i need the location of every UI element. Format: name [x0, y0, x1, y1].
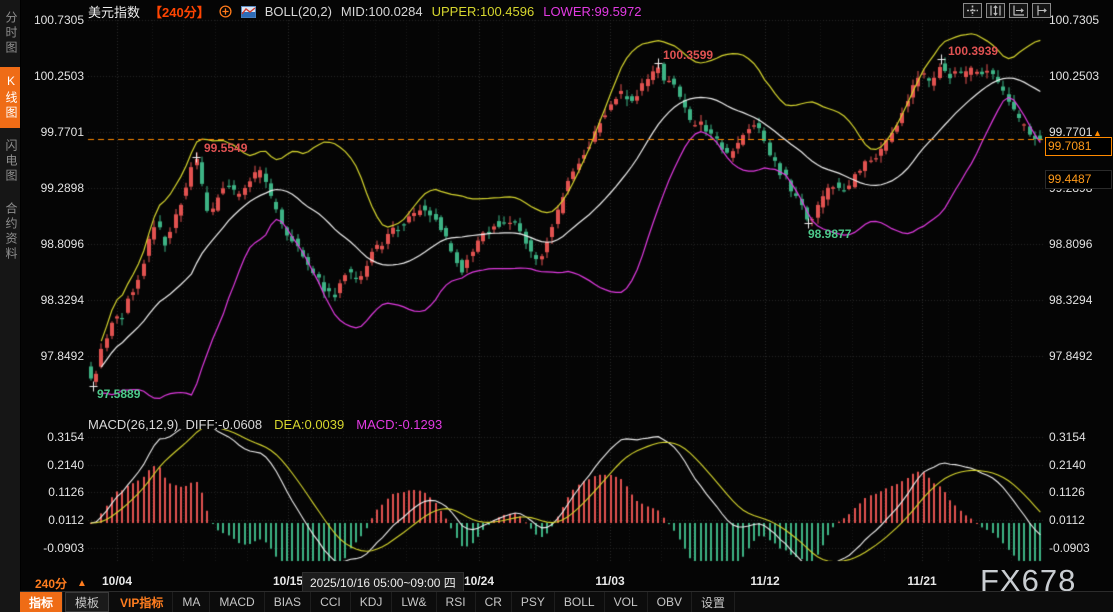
macd-dea-value: DEA:0.0039: [274, 417, 344, 432]
main-axis-label-right: 98.8096: [1049, 237, 1092, 251]
macd-axis-label-right: 0.3154: [1049, 430, 1086, 444]
extreme-price-label: 100.3599: [663, 48, 713, 62]
date-label-10/24: 10/24: [464, 574, 494, 588]
toolbar-indicator-MACD[interactable]: MACD: [210, 592, 264, 612]
bottom-toolbar: 指标模板VIP指标MAMACDBIASCCIKDJLW&RSICRPSYBOLL…: [20, 591, 1113, 612]
macd-axis-label-left: 0.2140: [20, 458, 84, 472]
symbol-title: 美元指数: [88, 2, 140, 21]
macd-axis-label-left: -0.0903: [20, 541, 84, 555]
sidebar-tab-分时图[interactable]: 分时图: [0, 4, 20, 63]
toolbar-indicator-PSY[interactable]: PSY: [512, 592, 555, 612]
period-badge[interactable]: 【240分】: [149, 2, 210, 21]
boll-label: BOLL(20,2): [265, 4, 332, 19]
toolbar-indicator-MA[interactable]: MA: [173, 592, 210, 612]
main-axis-label-right: 97.8492: [1049, 349, 1092, 363]
period-up-arrow-icon: ▲: [77, 578, 87, 589]
extreme-price-label: 97.5889: [97, 387, 140, 401]
macd-axis-label-left: 0.0112: [20, 513, 84, 527]
chart-tool-buttons: [963, 3, 1051, 18]
macd-axis-label-right: 0.0112: [1049, 513, 1085, 527]
extreme-price-label: 100.3939: [948, 44, 998, 58]
toolbar-indicator-BOLL[interactable]: BOLL: [555, 592, 605, 612]
left-sidebar: 分时图 K线图闪电图合约资料: [0, 0, 21, 612]
move-tool-icon[interactable]: [963, 3, 982, 18]
date-label-11/03: 11/03: [595, 574, 624, 588]
macd-name-and-diff: MACD(26,12,9) DIFF:-0.0608: [88, 417, 262, 432]
toolbar-indicator-LW&[interactable]: LW&: [392, 592, 436, 612]
macd-axis-label-right: -0.0903: [1049, 541, 1090, 555]
extreme-price-label: 99.5549: [204, 141, 247, 155]
toolbar-indicator-CR[interactable]: CR: [476, 592, 512, 612]
axis-shift-icon[interactable]: [1032, 3, 1051, 18]
toolbar-indicator-KDJ[interactable]: KDJ: [351, 592, 393, 612]
toolbar-tab-VIP指标[interactable]: VIP指标: [111, 592, 173, 612]
sidebar-tab-K线图[interactable]: K线图: [0, 67, 20, 128]
macd-header: MACD(26,12,9) DIFF:-0.0608 DEA:0.0039 MA…: [88, 417, 442, 432]
main-axis-label-left: 100.7305: [20, 13, 84, 27]
main-axis-label-left: 99.2898: [20, 181, 84, 195]
macd-axis-label-right: 0.1126: [1049, 485, 1085, 499]
toolbar-indicator-OBV[interactable]: OBV: [648, 592, 692, 612]
extreme-price-label: 98.9877: [808, 227, 851, 241]
price-up-arrow-icon: ▲: [1093, 128, 1102, 138]
macd-value: MACD:-0.1293: [356, 417, 442, 432]
main-axis-label-left: 98.3294: [20, 293, 84, 307]
toolbar-indicator-BIAS[interactable]: BIAS: [265, 592, 311, 612]
sidebar-tab-闪电图[interactable]: 闪电图: [0, 132, 20, 191]
time-axis-row: 240分 ▲ 10/04 10/15 10/24 11/03 11/12 11/21 20…: [20, 569, 1113, 592]
main-axis-label-left: 99.7701: [20, 125, 84, 139]
boll-upper-value: UPPER:100.4596: [432, 4, 535, 19]
toolbar-indicator-VOL[interactable]: VOL: [605, 592, 648, 612]
date-label-11/12: 11/12: [750, 574, 779, 588]
date-label-10/15: 10/15: [273, 574, 303, 588]
date-label-11/21: 11/21: [907, 574, 936, 588]
indicator-chart-icon[interactable]: [241, 6, 256, 18]
main-axis-label-left: 97.8492: [20, 349, 84, 363]
date-label-10/04: 10/04: [102, 574, 132, 588]
period-selector[interactable]: 240分 ▲: [35, 575, 87, 592]
secondary-price-tag: 99.4487: [1045, 170, 1112, 189]
boll-lower-value: LOWER:99.5972: [543, 4, 641, 19]
bar-time-tooltip: 2025/10/16 05:00~09:00 四: [302, 572, 464, 593]
last-price-tag: 99.7081: [1045, 137, 1112, 156]
macd-axis-label-right: 0.2140: [1049, 458, 1086, 472]
boll-mid-value: MID:100.0284: [341, 4, 423, 19]
chart-canvas[interactable]: [0, 0, 1113, 612]
main-axis-label-left: 100.2503: [20, 69, 84, 83]
circle-plus-icon[interactable]: [219, 5, 232, 18]
main-axis-label-right: 100.2503: [1049, 69, 1099, 83]
toolbar-tab-指标[interactable]: 指标: [20, 592, 63, 612]
main-axis-label-left: 98.8096: [20, 237, 84, 251]
toolbar-indicator-CCI[interactable]: CCI: [311, 592, 351, 612]
toolbar-indicator-RSI[interactable]: RSI: [437, 592, 476, 612]
macd-axis-label-left: 0.1126: [20, 485, 84, 499]
axis-zoom-vertical-icon[interactable]: [986, 3, 1005, 18]
toolbar-tab-模板[interactable]: 模板: [65, 592, 109, 612]
axis-zoom-horizontal-icon[interactable]: [1009, 3, 1028, 18]
main-axis-label-right: 100.7305: [1049, 13, 1099, 27]
macd-axis-label-left: 0.3154: [20, 430, 84, 444]
toolbar-settings[interactable]: 设置: [692, 592, 735, 612]
sidebar-tab-合约资料[interactable]: 合约资料: [0, 195, 20, 269]
chart-application: 分时图 K线图闪电图合约资料 美元指数 【240分】 BOLL(20,2) MID…: [0, 0, 1113, 612]
chart-header: 美元指数 【240分】 BOLL(20,2) MID:100.0284 UPPE…: [88, 3, 642, 20]
main-axis-label-right: 98.3294: [1049, 293, 1092, 307]
